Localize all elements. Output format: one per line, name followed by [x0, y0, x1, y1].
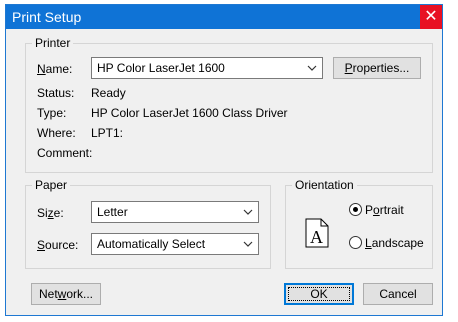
where-label: Where: — [37, 126, 76, 140]
status-value: Ready — [91, 86, 126, 100]
where-value: LPT1: — [91, 126, 124, 140]
paper-group-label: Paper — [32, 178, 71, 192]
landscape-label[interactable]: Landscape — [365, 236, 424, 250]
chevron-down-icon — [307, 65, 317, 71]
portrait-radio[interactable] — [349, 203, 362, 216]
cancel-button-label: Cancel — [379, 287, 417, 301]
status-label: Status: — [37, 86, 75, 100]
printer-name-value: HP Color LaserJet 1600 — [97, 61, 225, 75]
properties-button[interactable]: Properties... — [333, 57, 421, 79]
printer-name-label: Name: — [37, 62, 73, 76]
page-orientation-icon: A — [305, 218, 329, 248]
paper-size-value: Letter — [97, 205, 128, 219]
type-value: HP Color LaserJet 1600 Class Driver — [91, 106, 288, 120]
paper-source-label: Source: — [37, 238, 79, 252]
paper-source-combo[interactable]: Automatically Select — [91, 233, 259, 255]
comment-label: Comment: — [37, 146, 93, 160]
radio-selected-dot — [353, 207, 358, 212]
print-setup-dialog: Print Setup ✕ Printer Name: HP Color Las… — [5, 4, 443, 316]
paper-source-value: Automatically Select — [97, 237, 206, 251]
orientation-group-label: Orientation — [292, 178, 357, 192]
chevron-down-icon — [243, 209, 253, 215]
cancel-button[interactable]: Cancel — [363, 283, 433, 305]
ok-button[interactable]: OK — [284, 283, 354, 305]
paper-size-label: Size: — [37, 206, 64, 220]
close-button[interactable]: ✕ — [420, 5, 442, 29]
printer-group-label: Printer — [32, 36, 74, 50]
paper-group: Paper — [25, 178, 271, 269]
window-title: Print Setup — [12, 9, 82, 25]
focus-rectangle — [288, 287, 350, 301]
type-label: Type: — [37, 106, 67, 120]
printer-name-combo[interactable]: HP Color LaserJet 1600 — [91, 57, 323, 79]
landscape-radio[interactable] — [349, 236, 362, 249]
title-bar[interactable]: Print Setup ✕ — [6, 5, 442, 29]
portrait-label[interactable]: Portrait — [365, 203, 404, 217]
page-preview-letter: A — [310, 227, 323, 247]
close-icon: ✕ — [424, 8, 438, 25]
network-button[interactable]: Network... — [31, 283, 101, 305]
chevron-down-icon — [243, 241, 253, 247]
paper-size-combo[interactable]: Letter — [91, 201, 259, 223]
